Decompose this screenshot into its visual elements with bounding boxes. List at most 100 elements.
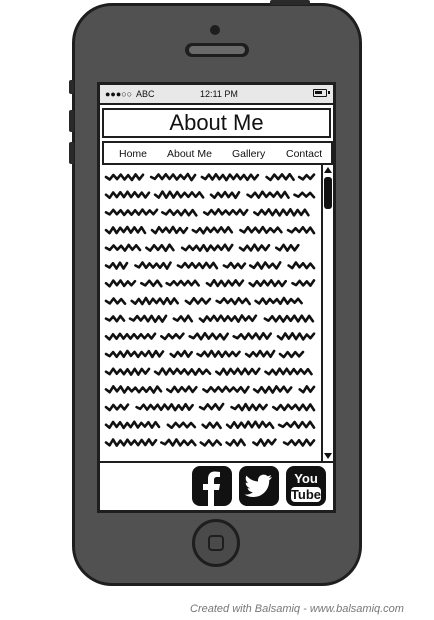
status-bar: ●●●○○ ABC 12:11 PM (100, 85, 333, 105)
scribble-word (149, 172, 197, 182)
scribble-word (104, 261, 129, 270)
scribble-word (293, 191, 316, 199)
scribble-word (248, 279, 287, 288)
scribble-word (205, 278, 245, 288)
nav-item-contact[interactable]: Contact (286, 148, 322, 160)
page-title: About Me (169, 110, 264, 135)
scribble-word (165, 279, 200, 287)
scribble-word (160, 332, 185, 341)
youtube-icon: You Tube (291, 471, 321, 502)
scribble-word (225, 420, 275, 430)
scribble-word (264, 367, 313, 376)
scribble-word (128, 314, 168, 323)
scribble-word (140, 279, 163, 288)
mute-switch (69, 80, 74, 94)
facebook-button[interactable] (192, 466, 232, 506)
footer-bar: You Tube (100, 461, 333, 510)
scroll-down-arrow-icon[interactable] (324, 453, 332, 459)
scribble-word (104, 367, 151, 376)
scribble-word (150, 225, 189, 235)
scrollbar[interactable] (321, 165, 333, 461)
scribble-word (104, 173, 145, 182)
scribble-word (225, 438, 246, 447)
twitter-icon (244, 474, 272, 497)
scribble-word (276, 332, 316, 341)
scribble-word (172, 314, 194, 323)
scribble-word (180, 243, 234, 253)
scribble-word (160, 438, 197, 447)
scribble-word (244, 349, 276, 358)
scribble-word (161, 208, 198, 217)
battery-icon (313, 89, 330, 97)
scribble-word (202, 385, 250, 394)
scribble-word (201, 421, 222, 430)
scribble-word (254, 296, 303, 306)
power-button (270, 0, 310, 5)
facebook-icon (203, 471, 220, 506)
status-time: 12:11 PM (200, 89, 238, 99)
scribble-word (199, 439, 223, 447)
scribble-word (104, 190, 151, 200)
scribble-word (298, 385, 316, 394)
scribble-word (135, 402, 194, 412)
scribble-word (297, 173, 316, 181)
scribble-word (287, 261, 316, 270)
scribble-word (153, 367, 212, 376)
scribble-word (222, 261, 247, 270)
earpiece-grille (189, 46, 245, 54)
scribble-word (145, 243, 175, 253)
scribble-word (191, 226, 234, 235)
scribble-word (232, 332, 272, 341)
scribble-word (248, 261, 282, 270)
scribble-word (253, 208, 310, 217)
scribble-word (104, 243, 142, 252)
nav-item-gallery[interactable]: Gallery (232, 148, 265, 160)
scribble-word (271, 403, 316, 412)
volume-down-button (69, 142, 74, 164)
phone-screen: ●●●○○ ABC 12:11 PM About Me Home About M… (97, 82, 336, 513)
home-button[interactable] (192, 519, 240, 567)
scribble-word (104, 438, 158, 447)
scribble-word (277, 420, 316, 429)
scribble-word (104, 314, 126, 323)
home-square-icon (208, 535, 224, 551)
nav-item-about-me[interactable]: About Me (167, 148, 212, 160)
scribble-word (176, 261, 219, 270)
nav-bar: Home About Me Gallery Contact (102, 141, 333, 165)
scroll-up-arrow-icon[interactable] (324, 167, 332, 173)
scribble-word (263, 314, 315, 323)
credit-text: Created with Balsamiq - www.balsamiq.com (190, 603, 404, 615)
signal-strength: ●●●○○ (105, 89, 133, 99)
scribble-word (214, 367, 261, 376)
scribble-word (274, 243, 300, 252)
scribble-word (282, 438, 316, 447)
youtube-label-bottom: Tube (291, 487, 321, 502)
volume-up-button (69, 110, 74, 132)
scribble-word (198, 314, 258, 323)
scribble-word (104, 225, 147, 235)
nav-item-home[interactable]: Home (119, 148, 147, 160)
scribble-word (104, 332, 157, 341)
scribble-word (104, 420, 161, 430)
scribble-word (209, 190, 241, 200)
front-camera (210, 25, 220, 35)
scribble-word (165, 385, 198, 394)
scribble-word (104, 385, 163, 394)
twitter-button[interactable] (239, 466, 279, 506)
scribble-word (104, 403, 130, 412)
scribble-word (239, 225, 283, 234)
scribble-word (169, 349, 193, 359)
placeholder-text-block (104, 172, 316, 447)
page-title-bar: About Me (102, 108, 331, 138)
carrier-name: ABC (136, 89, 155, 99)
scribble-word (104, 279, 137, 288)
content-area[interactable] (102, 165, 321, 461)
youtube-button[interactable]: You Tube (286, 466, 326, 506)
scribble-word (246, 190, 290, 199)
scroll-thumb[interactable] (324, 177, 332, 209)
scribble-word (200, 173, 260, 182)
scribble-word (196, 349, 241, 359)
scribble-word (238, 243, 271, 252)
youtube-label-top: You (294, 471, 318, 486)
scribble-word (215, 297, 251, 306)
